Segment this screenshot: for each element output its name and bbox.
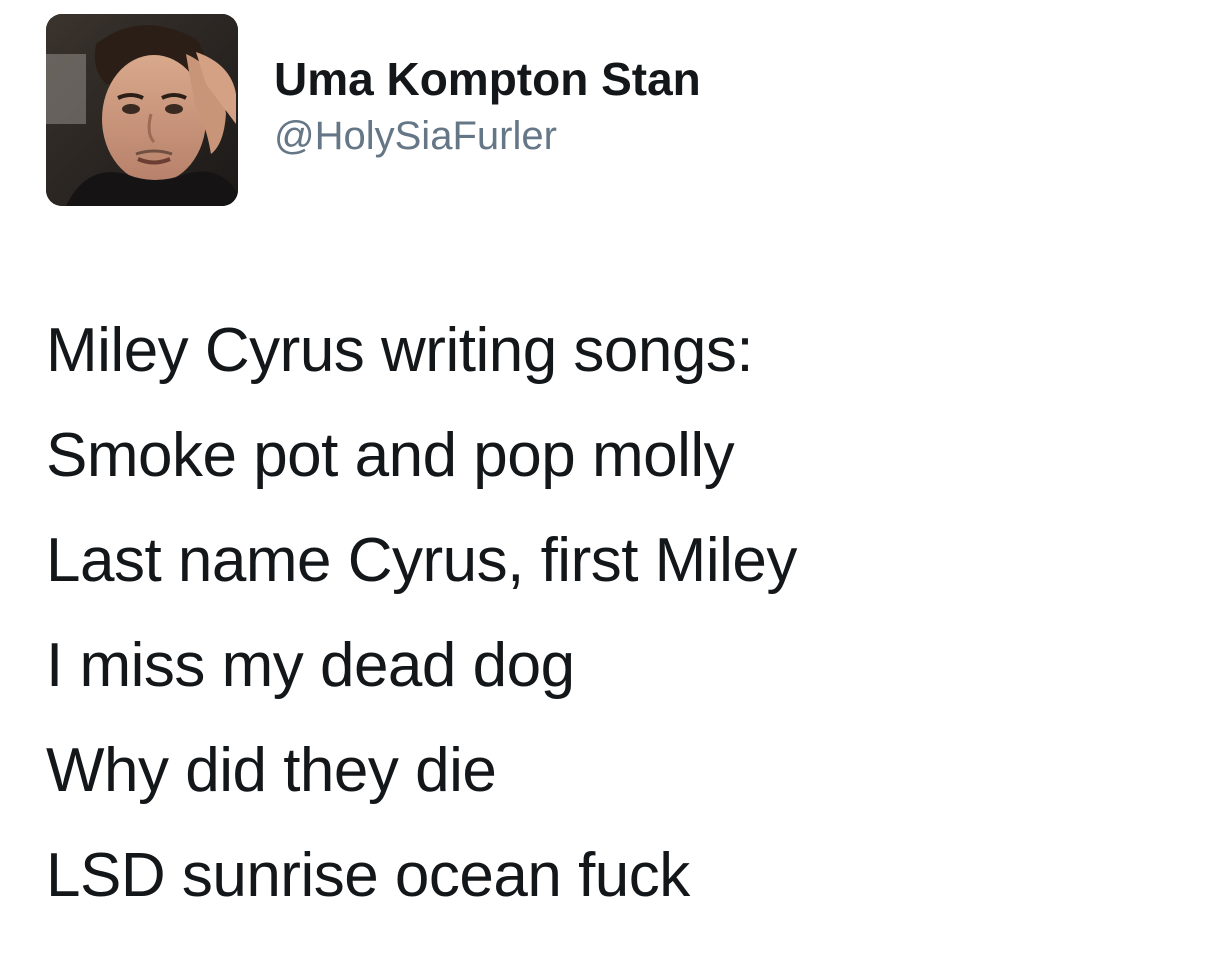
avatar[interactable] (46, 14, 238, 206)
tweet-line: LSD sunrise ocean fuck (46, 841, 690, 910)
user-names: Uma Kompton Stan @HolySiaFurler (274, 52, 701, 160)
tweet-line: Last name Cyrus, first Miley (46, 526, 797, 595)
user-handle[interactable]: @HolySiaFurler (274, 112, 701, 160)
tweet-line: Miley Cyrus writing songs: (46, 316, 754, 385)
tweet-card: Uma Kompton Stan @HolySiaFurler Miley Cy… (0, 0, 1214, 974)
tweet-line: Why did they die (46, 736, 497, 805)
profile-photo-icon (46, 14, 238, 206)
tweet-header: Uma Kompton Stan @HolySiaFurler (46, 14, 1146, 208)
display-name[interactable]: Uma Kompton Stan (274, 52, 701, 106)
tweet-text: Miley Cyrus writing songs: Smoke pot and… (46, 298, 1186, 928)
tweet-line: Smoke pot and pop molly (46, 421, 735, 490)
tweet-line: I miss my dead dog (46, 631, 575, 700)
